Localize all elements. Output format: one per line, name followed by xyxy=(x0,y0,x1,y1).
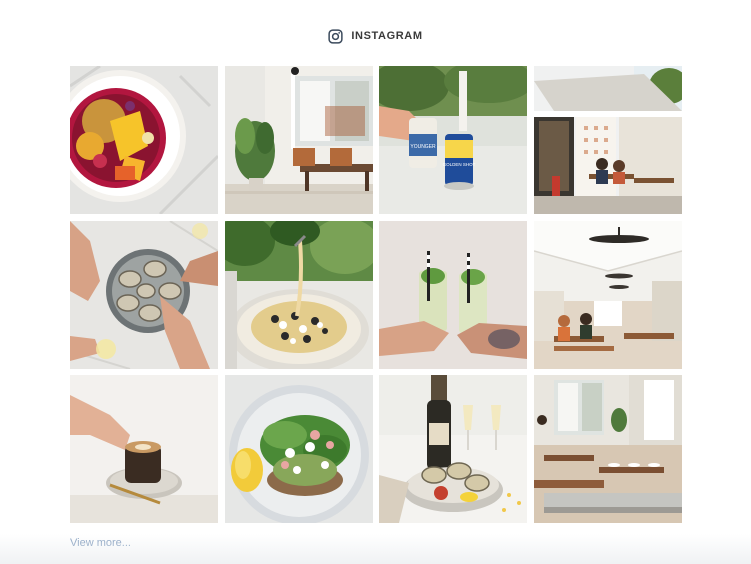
can-label-younger: YOUNGER xyxy=(411,144,437,150)
instagram-post-champagne-oysters[interactable] xyxy=(379,375,528,523)
instagram-feed-grid: YOUNGER GOLDEN SHOT xyxy=(70,66,682,523)
instagram-post-pasta-dish[interactable] xyxy=(224,220,373,369)
instagram-post-hands-cans[interactable]: YOUNGER GOLDEN SHOT xyxy=(379,66,528,214)
instagram-post-dining-room[interactable] xyxy=(533,375,682,523)
instagram-post-acai-bowl[interactable] xyxy=(70,66,218,214)
view-more-link[interactable]: View more... xyxy=(70,537,131,549)
instagram-post-cafe-exterior[interactable] xyxy=(533,66,682,214)
instagram-post-mojito-cheers[interactable] xyxy=(379,220,528,369)
instagram-post-oysters-platter[interactable] xyxy=(70,220,218,369)
instagram-post-cafe-interior[interactable] xyxy=(224,66,373,214)
instagram-title: INSTAGRAM xyxy=(351,30,423,42)
instagram-post-salad-plate[interactable] xyxy=(224,375,373,523)
instagram-post-restaurant-interior[interactable] xyxy=(533,220,682,369)
instagram-header: INSTAGRAM xyxy=(0,27,751,45)
can-label-golden-shot: GOLDEN SHOT xyxy=(443,162,476,167)
instagram-post-latte-coffee[interactable] xyxy=(70,375,218,523)
instagram-icon[interactable] xyxy=(328,28,344,44)
